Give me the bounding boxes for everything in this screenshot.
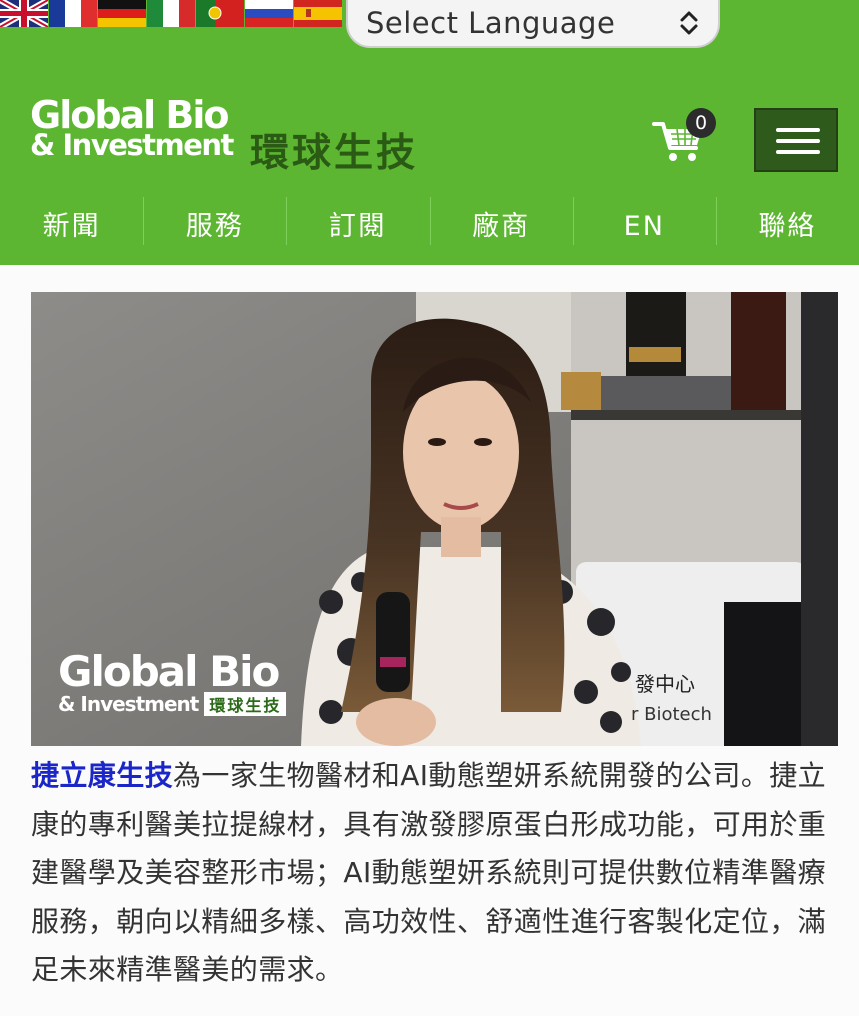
article-body: 為一家生物醫材和AI動態塑妍系統開發的公司。捷立康的專利醫美拉提線材，具有激發膠… xyxy=(31,759,827,986)
background-sign-text: 發中心 xyxy=(635,672,695,696)
french-flag-icon[interactable] xyxy=(49,0,97,27)
menu-icon xyxy=(776,128,820,132)
language-select[interactable]: Select Language xyxy=(346,0,720,48)
watermark-line2: & Investment xyxy=(58,692,199,716)
logo-line2: & Investment xyxy=(30,128,234,162)
flag-list xyxy=(0,0,343,28)
nav-item-news[interactable]: 新聞 xyxy=(0,197,143,265)
photo-watermark: Global Bio & Investment 環球生技 xyxy=(58,647,287,716)
watermark-chinese: 環球生技 xyxy=(204,692,287,716)
nav-item-english[interactable]: EN xyxy=(572,197,716,265)
company-link[interactable]: 捷立康生技 xyxy=(31,759,173,792)
background-sign-text2: r Biotech xyxy=(631,704,712,725)
german-flag-icon[interactable] xyxy=(98,0,146,27)
main-nav: 新聞 服務 訂閱 廠商 EN 聯絡 xyxy=(0,197,859,265)
spanish-flag-icon[interactable] xyxy=(294,0,342,27)
hamburger-menu-button[interactable] xyxy=(754,108,838,172)
language-bar: Select Language xyxy=(0,0,859,52)
logo-chinese: 環球生技 xyxy=(250,131,419,176)
site-logo[interactable]: Global Bio & Investment xyxy=(30,93,234,162)
english-flag-icon[interactable] xyxy=(0,0,48,27)
logo-line1: Global Bio xyxy=(30,93,230,137)
nav-item-subscribe[interactable]: 訂閱 xyxy=(286,197,429,265)
watermark-line1: Global Bio xyxy=(58,647,280,696)
russian-flag-icon[interactable] xyxy=(245,0,293,27)
nav-item-vendors[interactable]: 廠商 xyxy=(429,197,573,265)
article-paragraph: 捷立康生技為一家生物醫材和AI動態塑妍系統開發的公司。捷立康的專利醫美拉提線材，… xyxy=(31,752,843,995)
chevron-up-down-icon xyxy=(680,11,698,35)
cart-count-badge: 0 xyxy=(686,108,716,138)
italian-flag-icon[interactable] xyxy=(147,0,195,27)
article-photo: Global Bio & Investment 環球生技 發中心 r Biote… xyxy=(31,292,838,746)
nav-item-contact[interactable]: 聯絡 xyxy=(715,197,859,265)
portuguese-flag-icon[interactable] xyxy=(196,0,244,27)
language-select-label: Select Language xyxy=(366,6,616,40)
nav-item-services[interactable]: 服務 xyxy=(143,197,286,265)
